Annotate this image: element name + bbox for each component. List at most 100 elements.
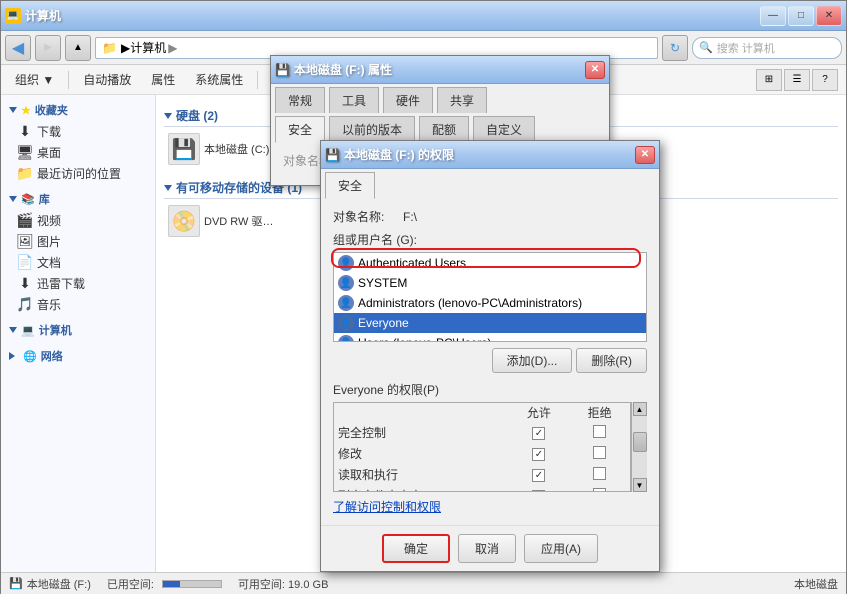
drive-c-item[interactable]: 💾 本地磁盘 (C:) [164, 131, 284, 167]
perm-deny-full[interactable] [569, 422, 630, 443]
sidebar-item-pictures[interactable]: 🖼 图片 [1, 231, 155, 252]
user-item-administrators[interactable]: 👤 Administrators (lenovo-PC\Administrato… [334, 293, 646, 313]
apply-button[interactable]: 应用(A) [524, 534, 598, 563]
status-extra: 本地磁盘 [794, 576, 838, 592]
folder-icon-addr: 📁 [102, 41, 117, 55]
perm-row-readexec: 读取和执行 ✓ [334, 464, 630, 485]
perm-check-deny-modify[interactable] [593, 446, 606, 459]
tab-sharing[interactable]: 共享 [437, 87, 487, 113]
user-item-users[interactable]: 👤 Users (lenovo-PC\Users) [334, 333, 646, 342]
refresh-button[interactable]: ↻ [662, 35, 688, 61]
status-bar: 💾 本地磁盘 (F:) 已用空间: 可用空间: 19.0 GB 本地磁盘 [1, 572, 846, 594]
add-button[interactable]: 添加(D)... [492, 348, 573, 373]
computer-header[interactable]: 💻 计算机 [1, 319, 155, 341]
checkmark-allow-full: ✓ [535, 428, 543, 439]
perm-deny-readexec[interactable] [569, 464, 630, 485]
documents-icon: 📄 [17, 255, 33, 271]
forward-button[interactable]: ▶ [35, 35, 61, 61]
maximize-button[interactable]: □ [788, 6, 814, 26]
help-button[interactable]: ? [812, 69, 838, 91]
permissions-title: 💾 本地磁盘 (F:) 的权限 [325, 146, 454, 163]
perm-allow-readexec[interactable]: ✓ [509, 464, 570, 485]
properties-close-button[interactable]: ✕ [585, 61, 605, 79]
user-icon-administrators: 👤 [338, 295, 354, 311]
permissions-tab-security[interactable]: 安全 [325, 172, 375, 199]
permissions-icon: 💾 [325, 148, 340, 162]
checkmark-allow-listdir: ✓ [535, 491, 543, 492]
properties-button[interactable]: 属性 [145, 69, 181, 90]
perm-allow-listdir[interactable]: ✓ [509, 485, 570, 492]
up-button[interactable]: ▲ [65, 35, 91, 61]
perm-deny-modify[interactable] [569, 443, 630, 464]
tab-hardware[interactable]: 硬件 [383, 87, 433, 113]
organize-button[interactable]: 组织 ▼ [9, 69, 60, 90]
user-name-everyone: Everyone [358, 316, 409, 330]
sidebar-item-downloads[interactable]: ⬇ 下载 [1, 121, 155, 142]
library-section: 📚 库 🎬 视频 🖼 图片 📄 文档 ⬇ 迅雷下载 [1, 188, 155, 315]
user-name-authenticated: Authenticated Users [358, 256, 466, 270]
perm-check-allow-readexec[interactable]: ✓ [532, 469, 545, 482]
view-btn-1[interactable]: ⊞ [756, 69, 782, 91]
remove-button[interactable]: 删除(R) [576, 348, 647, 373]
network-header[interactable]: 🌐 网络 [1, 345, 155, 367]
tab-previous[interactable]: 以前的版本 [329, 116, 415, 142]
tab-general[interactable]: 常规 [275, 87, 325, 113]
perm-allow-modify[interactable]: ✓ [509, 443, 570, 464]
status-drive: 💾 本地磁盘 (F:) [9, 576, 91, 592]
perm-deny-listdir[interactable] [569, 485, 630, 492]
user-item-authenticated[interactable]: 👤 Authenticated Users [334, 253, 646, 273]
minimize-button[interactable]: — [760, 6, 786, 26]
user-item-everyone[interactable]: 👤 Everyone [334, 313, 646, 333]
search-box[interactable]: 🔍 搜索 计算机 [692, 37, 842, 59]
perm-check-allow-full[interactable]: ✓ [532, 427, 545, 440]
perm-scroll-down[interactable]: ▼ [633, 478, 647, 492]
explorer-icon: 💻 [5, 8, 21, 24]
perm-table: 允许 拒绝 完全控制 ✓ [334, 403, 630, 492]
permissions-buttons: 确定 取消 应用(A) [321, 525, 659, 571]
hard-drives-chevron [164, 113, 172, 119]
sidebar-item-desktop[interactable]: 🖥 桌面 [1, 142, 155, 163]
removable-chevron [164, 185, 172, 191]
computer-icon-side: 💻 [21, 324, 35, 337]
perm-check-deny-full[interactable] [593, 425, 606, 438]
close-button[interactable]: ✕ [816, 6, 842, 26]
sidebar-item-thunder[interactable]: ⬇ 迅雷下载 [1, 273, 155, 294]
autoplay-button[interactable]: 自动播放 [77, 69, 137, 90]
perm-scroll-up[interactable]: ▲ [633, 402, 647, 416]
tab-custom[interactable]: 自定义 [473, 116, 535, 142]
library-header[interactable]: 📚 库 [1, 188, 155, 210]
dvd-item[interactable]: 📀 DVD RW 驱… [164, 203, 284, 239]
tab-tools[interactable]: 工具 [329, 87, 379, 113]
favorites-header[interactable]: ★ 收藏夹 [1, 99, 155, 121]
perm-allow-full[interactable]: ✓ [509, 422, 570, 443]
back-button[interactable]: ◀ [5, 35, 31, 61]
dvd-info: DVD RW 驱… [204, 213, 273, 229]
sidebar-item-documents[interactable]: 📄 文档 [1, 252, 155, 273]
permissions-close-button[interactable]: ✕ [635, 146, 655, 164]
tab-quota[interactable]: 配额 [419, 116, 469, 142]
cancel-button[interactable]: 取消 [458, 534, 516, 563]
sidebar-item-recent[interactable]: 📁 最近访问的位置 [1, 163, 155, 184]
music-icon: 🎵 [17, 297, 33, 313]
perm-check-allow-listdir[interactable]: ✓ [532, 490, 545, 492]
perm-scrollbar-thumb[interactable] [633, 432, 647, 452]
perm-table-container: 允许 拒绝 完全控制 ✓ [333, 402, 647, 492]
acl-link[interactable]: 了解访问控制和权限 [333, 500, 441, 514]
system-props-button[interactable]: 系统属性 [189, 69, 249, 90]
perm-check-deny-readexec[interactable] [593, 467, 606, 480]
view-btn-2[interactable]: ☰ [784, 69, 810, 91]
user-name-system: SYSTEM [358, 276, 407, 290]
status-used-label: 已用空间: [107, 576, 154, 592]
ok-button[interactable]: 确定 [382, 534, 450, 563]
perm-name-full: 完全控制 [334, 422, 509, 443]
perm-check-deny-listdir[interactable] [593, 488, 606, 493]
perm-object-value: F:\ [403, 210, 417, 224]
sidebar-item-video[interactable]: 🎬 视频 [1, 210, 155, 231]
toolbar-separator-1 [68, 71, 69, 89]
perm-check-allow-modify[interactable]: ✓ [532, 448, 545, 461]
search-placeholder: 搜索 计算机 [717, 40, 775, 56]
permissions-tab-row: 安全 [321, 169, 659, 198]
sidebar-item-music[interactable]: 🎵 音乐 [1, 294, 155, 315]
user-item-system[interactable]: 👤 SYSTEM [334, 273, 646, 293]
tab-security[interactable]: 安全 [275, 116, 325, 143]
